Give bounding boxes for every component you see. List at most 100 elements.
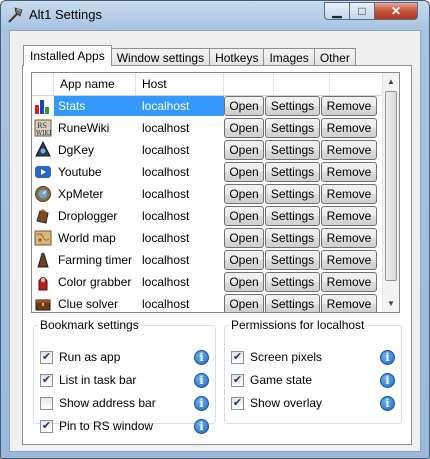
settings-button[interactable]: Settings — [265, 162, 320, 182]
permission-checkbox[interactable]: ✔ — [231, 396, 244, 410]
permission-label[interactable]: Show overlay — [250, 396, 322, 410]
stats-icon — [32, 95, 54, 117]
bookmark-label[interactable]: List in task bar — [59, 373, 136, 387]
info-icon[interactable]: i — [194, 372, 209, 388]
remove-button[interactable]: Remove — [321, 272, 377, 292]
settings-button[interactable]: Settings — [265, 184, 320, 204]
permissions-title: Permissions for localhost — [231, 318, 365, 332]
table-row[interactable]: Color grabber localhost Open Settings Remove — [32, 271, 383, 293]
table-row[interactable]: World map localhost Open Settings Remove — [32, 227, 383, 249]
bookmark-checkbox[interactable]: ✔ — [40, 419, 53, 433]
header-settings-column[interactable] — [274, 73, 330, 95]
permission-checkbox[interactable]: ✔ — [231, 350, 244, 364]
open-button[interactable]: Open — [224, 162, 264, 182]
app-name-cell: Clue solver — [58, 297, 119, 311]
app-name-cell: RuneWiki — [58, 121, 110, 135]
table-row[interactable]: Stats localhost Open Settings Remove — [32, 95, 383, 117]
open-button[interactable]: Open — [224, 96, 264, 116]
table-row[interactable]: XpMeter localhost Open Settings Remove — [32, 183, 383, 205]
tab-other[interactable]: Other — [313, 48, 356, 66]
remove-button[interactable]: Remove — [321, 228, 377, 248]
remove-button[interactable]: Remove — [321, 118, 377, 138]
apps-list[interactable]: App name Host Stats localhost Open Settings… — [31, 72, 400, 313]
maximize-button[interactable]: □ — [349, 2, 375, 20]
tab-hotkeys[interactable]: Hotkeys — [209, 48, 265, 66]
remove-button[interactable]: Remove — [321, 140, 377, 160]
tab-installed-apps[interactable]: Installed Apps — [23, 45, 112, 66]
open-button[interactable]: Open — [224, 272, 264, 292]
permission-option: ✔ Game state i — [231, 372, 395, 388]
tab-window-settings[interactable]: Window settings — [110, 48, 211, 66]
open-button[interactable]: Open — [224, 250, 264, 270]
header-app-name[interactable]: App name — [54, 73, 136, 95]
bookmark-checkbox[interactable]: ✔ — [40, 373, 53, 387]
permission-label[interactable]: Game state — [250, 373, 312, 387]
table-row[interactable]: Clue solver localhost Open Settings Remove — [32, 293, 383, 312]
remove-button[interactable]: Remove — [321, 96, 377, 116]
header-remove-column[interactable] — [330, 73, 383, 95]
info-icon[interactable]: i — [194, 395, 209, 411]
open-button[interactable]: Open — [224, 118, 264, 138]
open-button[interactable]: Open — [224, 228, 264, 248]
bookmark-checkbox[interactable] — [40, 396, 53, 410]
bookmark-option: ✔ Run as app i — [40, 349, 209, 365]
maximize-icon: □ — [358, 4, 366, 18]
app-host-cell: localhost — [142, 297, 190, 311]
table-row[interactable]: DgKey localhost Open Settings Remove — [32, 139, 383, 161]
bookmark-label[interactable]: Show address bar — [59, 396, 156, 410]
open-button[interactable]: Open — [224, 140, 264, 160]
scroll-up-icon[interactable]: ▲ — [383, 73, 399, 90]
color-grabber-icon — [32, 271, 54, 293]
settings-button[interactable]: Settings — [265, 118, 320, 138]
header-open-column[interactable] — [224, 73, 274, 95]
info-icon[interactable]: i — [380, 395, 395, 411]
settings-button[interactable]: Settings — [265, 140, 320, 160]
settings-button[interactable]: Settings — [265, 272, 320, 292]
tab-strip: Installed Apps Window settings Hotkeys I… — [23, 44, 356, 66]
bookmark-label[interactable]: Run as app — [59, 350, 120, 364]
title-bar[interactable]: Alt1 Settings ▁ □ ✕ — [1, 1, 429, 29]
open-button[interactable]: Open — [224, 294, 264, 312]
info-icon[interactable]: i — [194, 349, 209, 365]
settings-button[interactable]: Settings — [265, 228, 320, 248]
table-row[interactable]: RS WIKI RuneWiki localhost Open Settings Remov… — [32, 117, 383, 139]
youtube-icon — [32, 161, 54, 183]
app-host-cell: localhost — [142, 143, 190, 157]
app-host-cell: localhost — [142, 231, 190, 245]
app-name-cell: Farming timer — [58, 253, 133, 267]
tab-images[interactable]: Images — [263, 48, 315, 66]
app-name-cell: Stats — [54, 96, 136, 116]
permission-checkbox[interactable]: ✔ — [231, 373, 244, 387]
permission-option: ✔ Show overlay i — [231, 395, 395, 411]
settings-button[interactable]: Settings — [265, 96, 320, 116]
table-row[interactable]: Farming timer localhost Open Settings Remove — [32, 249, 383, 271]
bookmark-checkbox[interactable]: ✔ — [40, 350, 53, 364]
settings-button[interactable]: Settings — [265, 294, 320, 312]
remove-button[interactable]: Remove — [321, 250, 377, 270]
info-icon[interactable]: i — [194, 418, 209, 434]
open-button[interactable]: Open — [224, 184, 264, 204]
app-host-cell: localhost — [142, 275, 190, 289]
scroll-down-icon[interactable]: ▼ — [383, 295, 399, 312]
table-row[interactable]: Youtube localhost Open Settings Remove — [32, 161, 383, 183]
app-host-cell: localhost — [142, 253, 190, 267]
apps-list-scrollbar[interactable]: ▲ ▼ — [382, 73, 399, 312]
settings-button[interactable]: Settings — [265, 206, 320, 226]
close-button[interactable]: ✕ — [374, 2, 418, 20]
app-host-cell: localhost — [142, 187, 190, 201]
open-button[interactable]: Open — [224, 206, 264, 226]
scrollbar-thumb[interactable] — [385, 91, 397, 281]
header-icon-column[interactable] — [32, 73, 54, 95]
info-icon[interactable]: i — [380, 372, 395, 388]
remove-button[interactable]: Remove — [321, 206, 377, 226]
permission-label[interactable]: Screen pixels — [250, 350, 322, 364]
remove-button[interactable]: Remove — [321, 162, 377, 182]
remove-button[interactable]: Remove — [321, 184, 377, 204]
remove-button[interactable]: Remove — [321, 294, 377, 312]
info-icon[interactable]: i — [380, 349, 395, 365]
bookmark-label[interactable]: Pin to RS window — [59, 419, 153, 433]
settings-button[interactable]: Settings — [265, 250, 320, 270]
header-host[interactable]: Host — [136, 73, 224, 95]
table-row[interactable]: Droplogger localhost Open Settings Remove — [32, 205, 383, 227]
minimize-button[interactable]: ▁ — [324, 2, 350, 20]
